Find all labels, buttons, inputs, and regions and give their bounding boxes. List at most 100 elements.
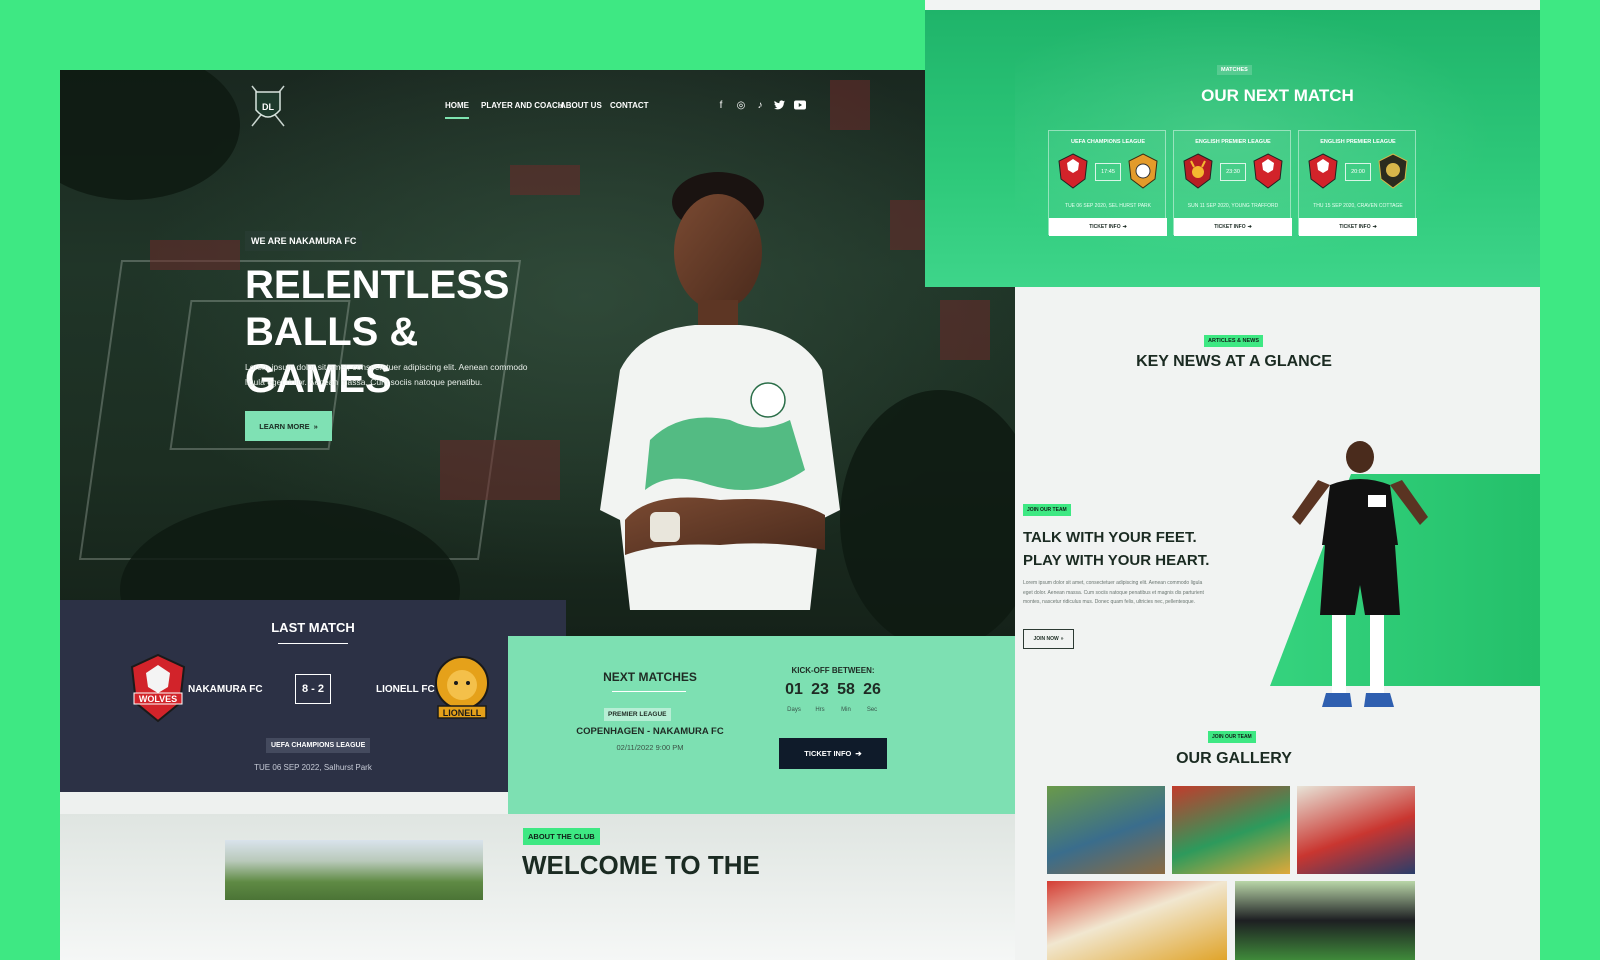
learn-more-label: LEARN MORE xyxy=(259,421,310,431)
ticket-info-label: TICKET INFO xyxy=(1339,224,1371,230)
join-now-button[interactable]: JOIN NOW » xyxy=(1023,629,1074,649)
wolves-logo-icon xyxy=(1058,153,1088,189)
countdown-hours: 23 xyxy=(811,681,829,698)
hero-badge: WE ARE NAKAMURA FC xyxy=(245,231,363,251)
join-team-title-line: TALK WITH YOUR FEET. xyxy=(1023,529,1197,546)
about-club-photo xyxy=(225,840,483,900)
player-photo xyxy=(600,172,840,610)
countdown-seconds: 26 xyxy=(863,681,881,698)
countdown-label: Min xyxy=(841,707,851,713)
facebook-icon[interactable]: f xyxy=(715,100,727,112)
match-card: ENGLISH PREMIER LEAGUE 23:30 SUN 11 SEP … xyxy=(1173,130,1292,236)
building-roof xyxy=(830,80,870,130)
bear-crest-icon xyxy=(1378,153,1408,189)
match-date: TUE 06 SEP 2020, SEL HURST PARK xyxy=(1065,203,1151,209)
countdown-days: 01 xyxy=(785,681,803,698)
about-badge: ABOUT THE CLUB xyxy=(523,828,600,845)
svg-text:DL: DL xyxy=(262,102,274,112)
gallery-title: OUR GALLERY xyxy=(1176,750,1292,767)
join-team-badge: JOIN OUR TEAM xyxy=(1023,504,1071,516)
double-chevron-right-icon: » xyxy=(1060,636,1064,642)
double-chevron-right-icon: » xyxy=(313,421,318,431)
join-now-label: JOIN NOW xyxy=(1033,636,1059,642)
fixture-name: COPENHAGEN - NAKAMURA FC xyxy=(576,726,724,737)
title-underline xyxy=(278,643,348,644)
arrow-right-icon: ➔ xyxy=(1247,224,1252,230)
instagram-icon[interactable]: ◎ xyxy=(735,100,747,112)
match-date: SUN 11 SEP 2020, YOUNG TRAFFORD xyxy=(1187,203,1279,209)
match-score: 8 - 2 xyxy=(295,674,331,704)
wolves-logo-icon xyxy=(1253,153,1283,189)
tiktok-icon[interactable]: ♪ xyxy=(754,100,766,112)
svg-text:LIONELL: LIONELL xyxy=(443,708,482,718)
our-next-match-title: OUR NEXT MATCH xyxy=(1201,86,1354,105)
countdown-minutes: 58 xyxy=(837,681,855,698)
match-card: ENGLISH PREMIER LEAGUE 20:00 THU 15 SEP … xyxy=(1298,130,1417,236)
kickoff-label: KICK-OFF BETWEEN: xyxy=(791,666,875,675)
building-roof xyxy=(510,165,580,195)
away-team-name: LIONELL FC xyxy=(376,684,435,695)
ticket-info-button[interactable]: TICKET INFO ➔ xyxy=(1299,218,1417,236)
youtube-icon[interactable] xyxy=(793,100,807,112)
twitter-icon[interactable] xyxy=(773,100,785,112)
join-team-title: TALK WITH YOUR FEET. PLAY WITH YOUR HEAR… xyxy=(1023,526,1223,572)
wolves-logo-icon: WOLVES xyxy=(130,653,186,723)
match-date: THU 15 SEP 2020, CRAVEN COTTAGE xyxy=(1313,203,1403,209)
our-next-match-section: MATCHES OUR NEXT MATCH UEFA CHAMPIONS LE… xyxy=(925,10,1540,287)
ticket-info-label: TICKET INFO xyxy=(1214,224,1246,230)
title-underline xyxy=(612,691,686,692)
club-crest-logo[interactable]: DL xyxy=(250,84,286,128)
countdown-label: Hrs xyxy=(815,707,825,713)
match-time: 20:00 xyxy=(1345,163,1371,181)
arrow-right-icon: ➔ xyxy=(1372,224,1377,230)
hero-description: Lorem ipsum dolor sit amet, consectetuer… xyxy=(245,362,528,387)
join-team-description: Lorem ipsum dolor sit amet, consectetuer… xyxy=(1023,580,1204,605)
join-team-title-line: PLAY WITH YOUR HEART. xyxy=(1023,552,1210,569)
gallery-image[interactable] xyxy=(1172,786,1290,874)
soccer-crest-icon xyxy=(1128,153,1158,189)
match-league: ENGLISH PREMIER LEAGUE xyxy=(1320,139,1396,145)
gallery-image[interactable] xyxy=(1235,881,1415,960)
ticket-info-button[interactable]: TICKET INFO ➔ xyxy=(779,738,887,769)
stand-roof xyxy=(440,440,560,500)
devils-logo-icon xyxy=(1183,153,1213,189)
page-top-strip xyxy=(925,0,1540,10)
gallery-image[interactable] xyxy=(1297,786,1415,874)
wolves-logo-icon xyxy=(1308,153,1338,189)
arrow-right-icon: ➔ xyxy=(855,749,862,758)
gallery-image[interactable] xyxy=(1047,786,1165,874)
svg-text:WOLVES: WOLVES xyxy=(139,694,177,704)
news-badge: ARTICLES & NEWS xyxy=(1204,335,1264,347)
stand-roof xyxy=(150,240,240,270)
nav-player-and-coach[interactable]: PLAYER AND COACH xyxy=(481,101,564,110)
nav-about-us[interactable]: ABOUT US xyxy=(560,101,602,110)
news-title: KEY NEWS AT A GLANCE xyxy=(1136,353,1332,370)
ticket-info-button[interactable]: TICKET INFO ➔ xyxy=(1174,218,1292,236)
ticket-info-label: TICKET INFO xyxy=(1089,224,1121,230)
match-time: 17:45 xyxy=(1095,163,1121,181)
hero-section: DL HOME PLAYER AND COACH ABOUT US CONTAC… xyxy=(60,70,1015,680)
match-league: ENGLISH PREMIER LEAGUE xyxy=(1195,139,1271,145)
ticket-info-button[interactable]: TICKET INFO ➔ xyxy=(1049,218,1167,236)
learn-more-button[interactable]: LEARN MORE » xyxy=(245,411,332,441)
match-card: UEFA CHAMPIONS LEAGUE 17:45 TUE 06 SEP 2… xyxy=(1048,130,1167,236)
last-match-title: LAST MATCH xyxy=(271,620,355,635)
arrow-right-icon: ➔ xyxy=(1122,224,1127,230)
tree-area xyxy=(60,70,240,200)
lion-logo-icon: LIONELL xyxy=(435,656,489,719)
league-badge: UEFA CHAMPIONS LEAGUE xyxy=(266,738,371,753)
next-matches-title: NEXT MATCHES xyxy=(603,670,697,684)
league-badge: PREMIER LEAGUE xyxy=(604,708,671,721)
gallery-badge: JOIN OUR TEAM xyxy=(1208,731,1256,743)
countdown-label: Days xyxy=(787,707,801,713)
gallery-image[interactable] xyxy=(1047,881,1227,960)
match-league: UEFA CHAMPIONS LEAGUE xyxy=(1070,139,1146,145)
team-player-photo xyxy=(1292,441,1428,707)
hero-title-line: RELENTLESS xyxy=(245,263,510,307)
homepage-mockup: DL HOME PLAYER AND COACH ABOUT US CONTAC… xyxy=(60,70,1015,960)
nav-home[interactable]: HOME xyxy=(445,101,469,119)
countdown-label: Sec xyxy=(866,707,878,713)
matches-badge: MATCHES xyxy=(1217,65,1252,75)
ticket-info-label: TICKET INFO xyxy=(804,749,852,758)
nav-contact[interactable]: CONTACT xyxy=(610,101,649,110)
